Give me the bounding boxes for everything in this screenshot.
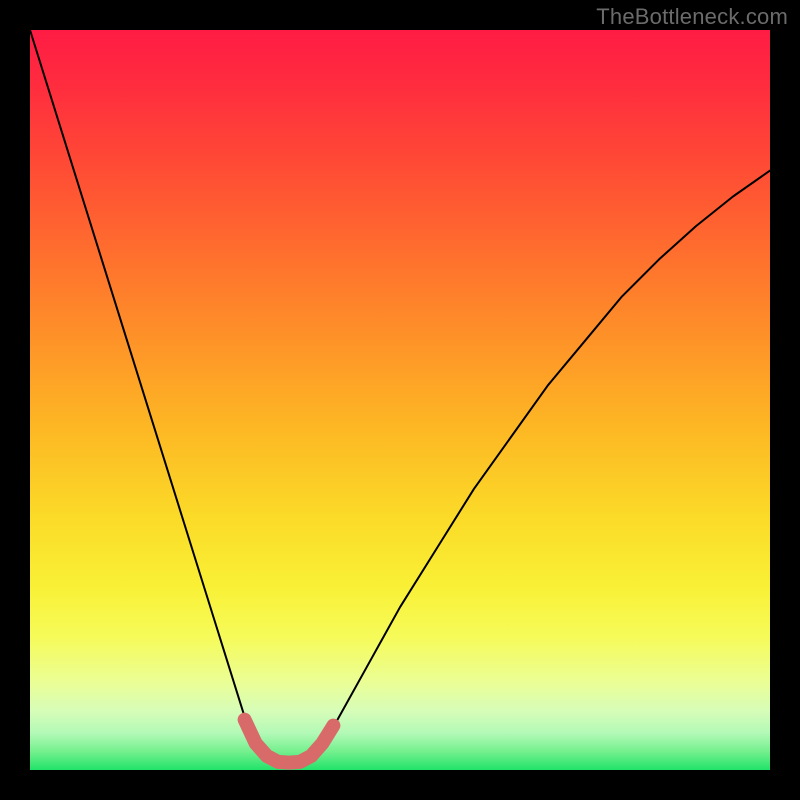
plot-background: [30, 30, 770, 770]
bottleneck-chart: [0, 0, 800, 800]
chart-frame: TheBottleneck.com: [0, 0, 800, 800]
watermark-text: TheBottleneck.com: [596, 4, 788, 30]
